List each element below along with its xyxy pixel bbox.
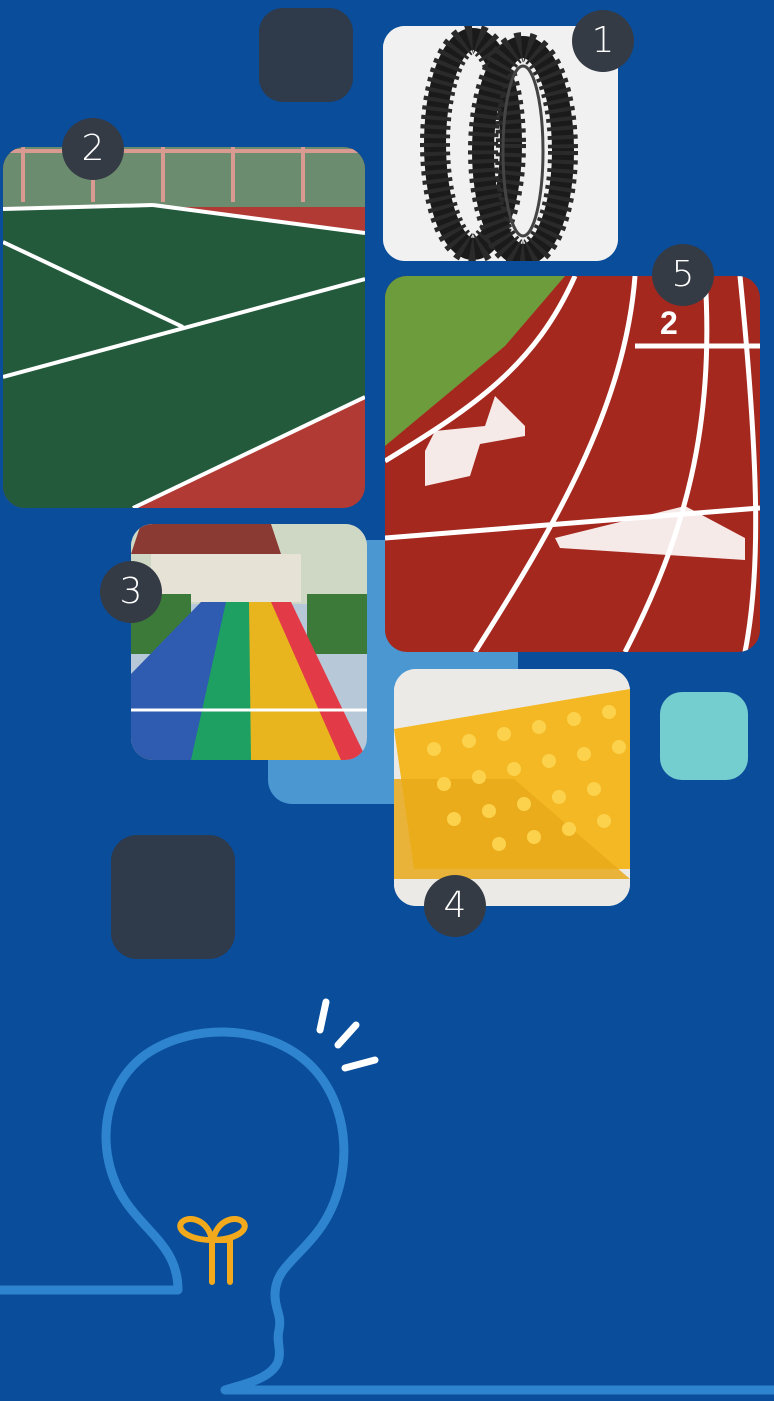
tile-tactile-tiles bbox=[394, 669, 630, 906]
badge-4: 4 bbox=[424, 875, 486, 937]
colored-lanes-image bbox=[131, 524, 367, 760]
decor-square-top bbox=[259, 8, 353, 102]
tile-court bbox=[3, 147, 365, 508]
svg-text:2: 2 bbox=[660, 305, 678, 341]
spark-lines-icon bbox=[316, 998, 379, 1072]
badge-5: 5 bbox=[652, 244, 714, 306]
court-image bbox=[3, 147, 365, 508]
decor-square-teal bbox=[660, 692, 748, 780]
tactile-tiles-image bbox=[394, 669, 630, 906]
badge-1: 1 bbox=[572, 10, 634, 72]
lightbulb-icon bbox=[0, 998, 774, 1395]
badge-2: 2 bbox=[62, 118, 124, 180]
decor-square-bottom-left bbox=[111, 835, 235, 959]
filament-icon bbox=[177, 1216, 248, 1285]
badge-3: 3 bbox=[100, 561, 162, 623]
tile-running-track: 2 bbox=[385, 276, 760, 652]
tile-colored-lanes bbox=[131, 524, 367, 760]
running-track-image: 2 bbox=[385, 276, 760, 652]
